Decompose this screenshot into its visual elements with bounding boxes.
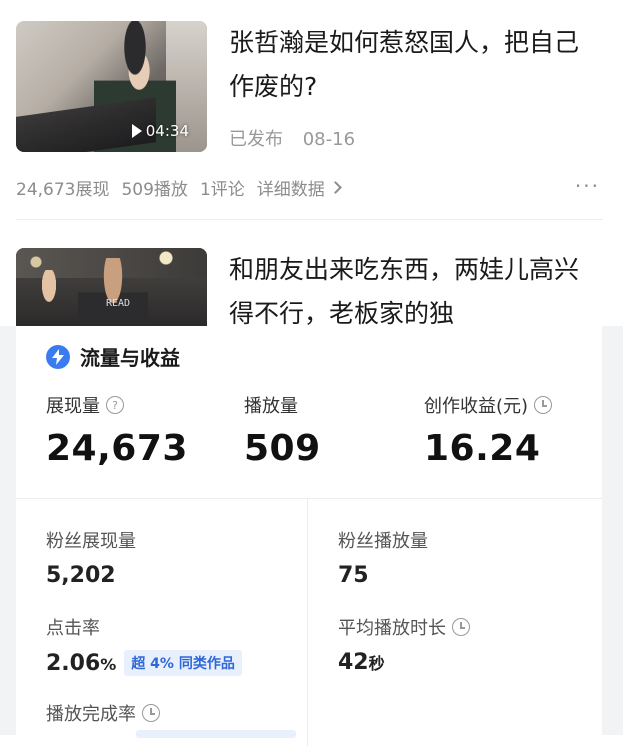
fan-impressions: 粉丝展现量 5,202: [46, 531, 136, 588]
clock-icon[interactable]: [142, 704, 160, 722]
plays-count: 509播放: [121, 180, 188, 200]
metric-impressions: 展现量 ? 24,673: [46, 396, 188, 469]
clock-icon[interactable]: [452, 618, 470, 636]
divider: [16, 498, 602, 499]
video-thumbnail[interactable]: READ: [16, 248, 207, 326]
card-header: 流量与收益: [46, 342, 180, 371]
video-stats: 24,673展现 509播放 1评论 详细数据: [16, 175, 606, 200]
video-duration: 04:34: [131, 122, 189, 140]
lightning-icon: [46, 344, 70, 369]
fan-plays: 粉丝播放量 75: [338, 531, 428, 588]
video-thumbnail[interactable]: 04:34: [16, 21, 207, 152]
chevron-right-icon: [328, 181, 342, 194]
publish-status: 已发布: [229, 129, 283, 150]
completion-badge: [136, 730, 296, 738]
video-publish-info: 已发布 08-16: [229, 125, 355, 151]
avg-play-duration: 平均播放时长 42秒: [338, 614, 470, 675]
metric-revenue: 创作收益(元) 16.24: [424, 392, 553, 469]
metric-plays: 播放量 509: [244, 396, 321, 469]
traffic-revenue-card: 流量与收益 展现量 ? 24,673 播放量 509 创作收益(元) 16.24: [16, 326, 602, 746]
card-title: 流量与收益: [80, 346, 180, 370]
stats-panel: 流量与收益 展现量 ? 24,673 播放量 509 创作收益(元) 16.24: [0, 326, 623, 746]
publish-date: 08-16: [302, 129, 356, 150]
divider: [16, 219, 603, 220]
video-item[interactable]: 04:34 张哲瀚是如何惹怒国人，把自己作废的? 已发布 08-16 24,67…: [16, 21, 606, 221]
impressions-count: 24,673展现: [16, 180, 110, 200]
video-title[interactable]: 张哲瀚是如何惹怒国人，把自己作废的?: [229, 21, 599, 109]
video-item[interactable]: READ 和朋友出来吃东西，两娃儿高兴得不行，老板家的独: [16, 248, 606, 326]
click-through-rate: 点击率 2.06% 超 4% 同类作品: [46, 614, 242, 676]
help-circle-icon[interactable]: ?: [106, 396, 124, 414]
play-icon: [131, 124, 142, 138]
comparison-badge: 超 4% 同类作品: [124, 650, 242, 676]
thumbnail-text: READ: [106, 298, 131, 309]
comments-count[interactable]: 1评论: [200, 175, 245, 200]
more-options-icon[interactable]: ···: [575, 176, 600, 196]
detail-data-link[interactable]: 详细数据: [257, 175, 342, 200]
completion-rate: 播放完成率: [46, 700, 160, 726]
video-list: 04:34 张哲瀚是如何惹怒国人，把自己作废的? 已发布 08-16 24,67…: [0, 0, 623, 326]
clock-icon[interactable]: [534, 396, 553, 414]
video-title[interactable]: 和朋友出来吃东西，两娃儿高兴得不行，老板家的独: [229, 248, 599, 326]
divider: [307, 499, 308, 746]
